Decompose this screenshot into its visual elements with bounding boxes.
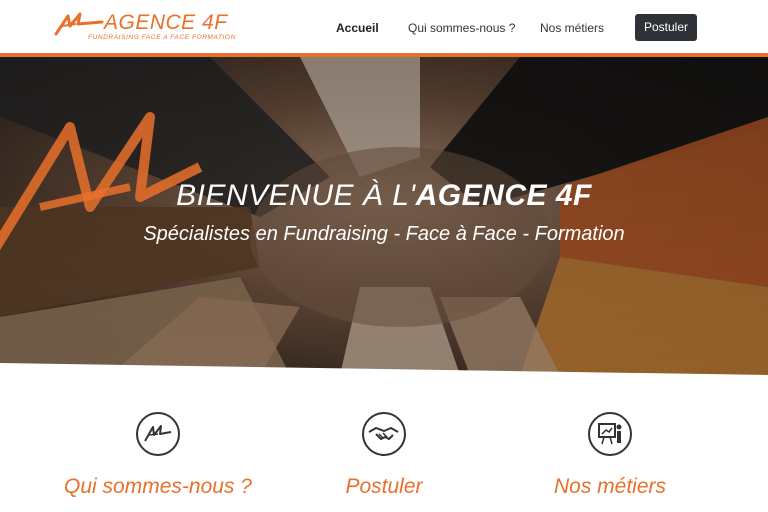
brand-logo[interactable]: AGENCE 4F FUNDRAISING FACE A FACE FORMAT… bbox=[54, 10, 244, 44]
hero-title: BIENVENUE À L'AGENCE 4F bbox=[0, 179, 768, 213]
feature-label[interactable]: Qui sommes-nous ? bbox=[38, 475, 278, 499]
hero-subtitle: Spécialistes en Fundraising - Face à Fac… bbox=[143, 223, 625, 245]
agence-4f-logo-mark-icon bbox=[54, 12, 104, 36]
feature-nos-metiers[interactable]: Nos métiers bbox=[490, 412, 730, 512]
feature-label[interactable]: Nos métiers bbox=[490, 475, 730, 499]
handshake-icon bbox=[362, 412, 406, 456]
brand-tagline: FUNDRAISING FACE A FACE FORMATION bbox=[88, 34, 236, 41]
site-header: AGENCE 4F FUNDRAISING FACE A FACE FORMAT… bbox=[0, 0, 768, 53]
feature-label[interactable]: Postuler bbox=[264, 475, 504, 499]
hero-title-emphasis: AGENCE 4F bbox=[415, 179, 592, 212]
postuler-button[interactable]: Postuler bbox=[635, 14, 697, 41]
brand-name: AGENCE 4F bbox=[104, 11, 228, 34]
presentation-board-icon bbox=[588, 412, 632, 456]
feature-qui-sommes-nous[interactable]: Qui sommes-nous ? bbox=[38, 412, 278, 512]
nav-item-accueil[interactable]: Accueil bbox=[336, 21, 379, 35]
hero-background-image bbox=[0, 57, 768, 375]
hero-banner: BIENVENUE À L'AGENCE 4F Spécialistes en … bbox=[0, 57, 768, 375]
nav-item-nos-metiers[interactable]: Nos métiers bbox=[540, 21, 604, 35]
hero-title-prefix: BIENVENUE À L' bbox=[176, 179, 416, 212]
nav-item-qui-sommes-nous[interactable]: Qui sommes-nous ? bbox=[408, 21, 515, 35]
agence-4f-icon bbox=[136, 412, 180, 456]
feature-postuler[interactable]: Postuler bbox=[264, 412, 504, 512]
